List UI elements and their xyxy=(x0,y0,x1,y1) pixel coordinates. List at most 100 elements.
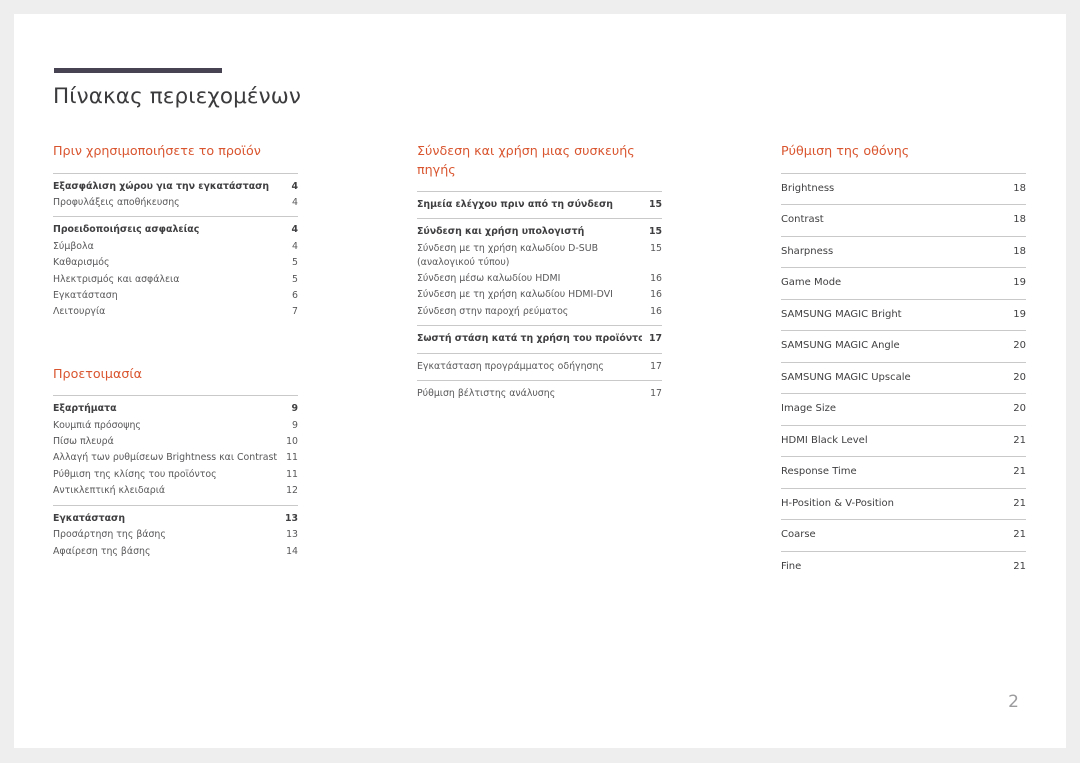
toc-entry-page: 19 xyxy=(1013,277,1026,288)
toc-entry-page: 20 xyxy=(1013,403,1026,414)
toc-entry[interactable]: Image Size 20 xyxy=(781,400,1026,419)
toc-entry-label: Fine xyxy=(781,560,802,572)
toc-entry-page: 13 xyxy=(284,512,298,524)
toc-entry-label: Καθαρισμός xyxy=(53,257,110,269)
toc-entry-page: 11 xyxy=(286,452,298,464)
toc-entry-page: 16 xyxy=(650,289,662,301)
toc-entry[interactable]: Σύνδεση με τη χρήση καλωδίου D-SUB (αναλ… xyxy=(417,241,662,271)
toc-group: Εγκατάσταση προγράμματος οδήγησης 17 xyxy=(417,352,662,375)
toc-entry-page: 9 xyxy=(292,419,298,431)
toc-entry-page: 18 xyxy=(1013,214,1026,225)
toc-entry-label: Προειδοποιήσεις ασφαλείας xyxy=(53,224,200,236)
toc-column-2: Σύνδεση και χρήση μιας συσκευής πηγής Σημ… xyxy=(417,142,662,576)
toc-entry[interactable]: Εγκατάσταση 13 xyxy=(53,511,298,527)
toc-entry[interactable]: Εξασφάλιση χώρου για την εγκατάσταση 4 xyxy=(53,179,298,195)
toc-entry-page: 5 xyxy=(292,273,298,285)
toc-entry[interactable]: Ρύθμιση της κλίσης του προϊόντος 11 xyxy=(53,467,298,483)
toc-entry-label: Σύνδεση με τη χρήση καλωδίου HDMI-DVI xyxy=(417,289,613,301)
toc-group: Σύνδεση και χρήση υπολογιστή 15 Σύνδεση με… xyxy=(417,218,662,320)
toc-entry-page: 4 xyxy=(292,196,298,208)
toc-entry-label: SAMSUNG MAGIC Angle xyxy=(781,340,900,351)
toc-entry[interactable]: Coarse 21 xyxy=(781,526,1026,545)
toc-group: HDMI Black Level 21 xyxy=(781,424,1026,451)
toc-entry[interactable]: HDMI Black Level 21 xyxy=(781,432,1026,451)
toc-entry[interactable]: Fine 21 xyxy=(781,558,1026,577)
toc-group: Contrast 18 xyxy=(781,204,1026,230)
toc-section: Ρύθμιση της οθόνης Brightness 18 Contrast 18… xyxy=(781,142,1026,576)
toc-entry[interactable]: Brightness 18 xyxy=(781,180,1026,199)
toc-group: Brightness 18 xyxy=(781,172,1026,199)
toc-entry-label: Ρύθμιση βέλτιστης ανάλυσης xyxy=(417,388,556,400)
toc-entry[interactable]: SAMSUNG MAGIC Bright 19 xyxy=(781,306,1026,325)
toc-group: SAMSUNG MAGIC Bright 19 xyxy=(781,298,1026,325)
toc-entry-page: 13 xyxy=(286,529,298,541)
toc-entry[interactable]: Κουμπιά πρόσοψης 9 xyxy=(53,418,298,434)
toc-entry-page: 9 xyxy=(291,403,298,415)
toc-entry[interactable]: SAMSUNG MAGIC Upscale 20 xyxy=(781,369,1026,388)
toc-entry[interactable]: Εγκατάσταση προγράμματος οδήγησης 17 xyxy=(417,359,662,375)
toc-entry-label: Ηλεκτρισμός και ασφάλεια xyxy=(53,273,180,285)
toc-entry[interactable]: Εγκατάσταση 6 xyxy=(53,288,298,304)
toc-entry[interactable]: H-Position & V-Position 21 xyxy=(781,495,1026,514)
toc-entry-page: 14 xyxy=(286,545,298,557)
toc-entry[interactable]: Αφαίρεση της βάσης 14 xyxy=(53,544,298,560)
toc-entry-page: 21 xyxy=(1013,434,1026,446)
toc-group: SAMSUNG MAGIC Angle 20 xyxy=(781,330,1026,356)
toc-entry-page: 20 xyxy=(1013,371,1026,383)
toc-entry[interactable]: Καθαρισμός 5 xyxy=(53,255,298,271)
toc-entry[interactable]: Λειτουργία 7 xyxy=(53,304,298,320)
toc-section-heading: Ρύθμιση της οθόνης xyxy=(781,143,910,158)
toc-entry[interactable]: Contrast 18 xyxy=(781,211,1026,230)
toc-entry-page: 21 xyxy=(1013,497,1026,509)
toc-entry[interactable]: SAMSUNG MAGIC Angle 20 xyxy=(781,337,1026,356)
toc-entry[interactable]: Σύμβολα 4 xyxy=(53,239,298,255)
toc-entry-label: Εγκατάσταση προγράμματος οδήγησης xyxy=(417,360,604,372)
toc-entry-page: 18 xyxy=(1013,245,1026,257)
toc-group: Coarse 21 xyxy=(781,519,1026,545)
toc-entry[interactable]: Σημεία ελέγχου πριν από τη σύνδεση 15 xyxy=(417,197,662,213)
toc-entry[interactable]: Σύνδεση στην παροχή ρεύματος 16 xyxy=(417,304,662,320)
toc-entry-page: 7 xyxy=(292,306,298,318)
page-title: Πίνακας περιεχομένων xyxy=(53,84,301,109)
toc-entry-label: Brightness xyxy=(781,182,835,194)
toc-section-heading: Πριν χρησιμοποιήσετε το προϊόν xyxy=(53,143,261,158)
toc-entry[interactable]: Σύνδεση με τη χρήση καλωδίου HDMI-DVI 16 xyxy=(417,287,662,303)
toc-entry[interactable]: Σωστή στάση κατά τη χρήση του προϊόντος 1… xyxy=(417,331,662,347)
toc-entry-label: Λειτουργία xyxy=(53,306,106,318)
toc-entry[interactable]: Αλλαγή των ρυθμίσεων Brightness και Cont… xyxy=(53,450,298,466)
toc-entry-page: 12 xyxy=(286,485,298,497)
toc-entry-label: Game Mode xyxy=(781,277,842,288)
toc-entry[interactable]: Αντικλεπτική κλειδαριά 12 xyxy=(53,483,298,499)
toc-entry-label: Σύνδεση στην παροχή ρεύματος xyxy=(417,305,569,317)
toc-entry[interactable]: Σύνδεση μέσω καλωδίου HDMI 16 xyxy=(417,271,662,287)
toc-group: SAMSUNG MAGIC Upscale 20 xyxy=(781,361,1026,388)
toc-entry[interactable]: Πίσω πλευρά 10 xyxy=(53,434,298,450)
toc-entry[interactable]: Game Mode 19 xyxy=(781,274,1026,293)
toc-entry-label: Πίσω πλευρά xyxy=(53,436,114,448)
toc-group: Image Size 20 xyxy=(781,393,1026,419)
toc-entry[interactable]: Εξαρτήματα 9 xyxy=(53,401,298,417)
toc-entry[interactable]: Προσάρτηση της βάσης 13 xyxy=(53,527,298,543)
toc-group: Εξασφάλιση χώρου για την εγκατάσταση 4 Προ… xyxy=(53,172,298,212)
document-page: Πίνακας περιεχομένων Πριν χρησιμοποιήσετ… xyxy=(14,14,1066,748)
toc-group: Game Mode 19 xyxy=(781,267,1026,293)
toc-entry-label: Sharpness xyxy=(781,245,834,257)
toc-entry[interactable]: Προειδοποιήσεις ασφαλείας 4 xyxy=(53,222,298,238)
toc-entry[interactable]: Σύνδεση και χρήση υπολογιστή 15 xyxy=(417,224,662,240)
toc-entry[interactable]: Ηλεκτρισμός και ασφάλεια 5 xyxy=(53,272,298,288)
toc-entry-page: 16 xyxy=(650,305,662,317)
toc-group: Σημεία ελέγχου πριν από τη σύνδεση 15 xyxy=(417,191,662,213)
toc-group: H-Position & V-Position 21 xyxy=(781,487,1026,514)
toc-group: Σωστή στάση κατά τη χρήση του προϊόντος 1… xyxy=(417,325,662,347)
toc-entry-label: H-Position & V-Position xyxy=(781,497,895,509)
toc-group: Sharpness 18 xyxy=(781,235,1026,262)
toc-entry[interactable]: Προφυλάξεις αποθήκευσης 4 xyxy=(53,195,298,211)
toc-entry[interactable]: Response Time 21 xyxy=(781,463,1026,482)
toc-group: Ρύθμιση βέλτιστης ανάλυσης 17 xyxy=(417,380,662,402)
toc-entry-label: Αλλαγή των ρυθμίσεων Brightness και Cont… xyxy=(53,452,278,464)
toc-entry[interactable]: Sharpness 18 xyxy=(781,243,1026,262)
toc-entry-page: 15 xyxy=(648,199,662,210)
toc-entry-label: Εξασφάλιση χώρου για την εγκατάσταση xyxy=(53,180,270,192)
toc-entry[interactable]: Ρύθμιση βέλτιστης ανάλυσης 17 xyxy=(417,386,662,402)
toc-entry-label: Coarse xyxy=(781,529,816,540)
